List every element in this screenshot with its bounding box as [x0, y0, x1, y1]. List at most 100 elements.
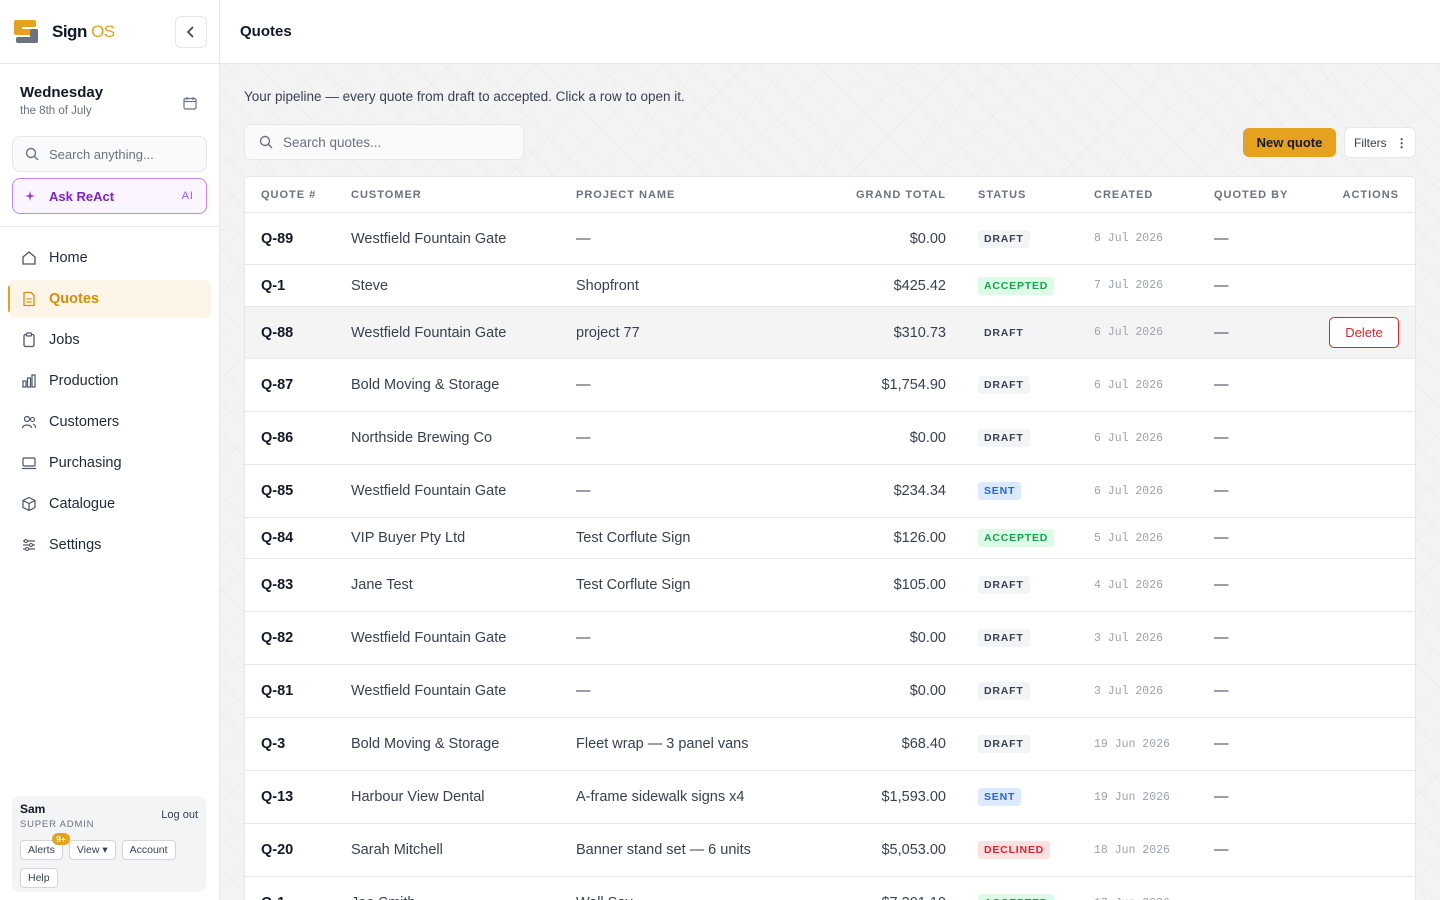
table-row[interactable]: Q-85 Westfield Fountain Gate — $234.34 SENT 6… — [245, 465, 1415, 518]
project-name-cell: — — [576, 483, 591, 499]
column-header-created[interactable]: CREATED — [1078, 189, 1196, 201]
project-name-cell: Fleet wrap — 3 panel vans — [576, 736, 749, 752]
created-date-cell: 19 Jun 2026 — [1094, 790, 1170, 804]
table-row[interactable]: Q-1Joe SmithWall Sav$7,301.10 ACCEPTED 17 … — [245, 877, 1415, 900]
quote-search-field[interactable] — [244, 124, 524, 160]
project-name-cell: project 77 — [576, 324, 640, 341]
customer-cell: Westfield Fountain Gate — [351, 230, 507, 247]
quoted-by-cell: — — [1214, 324, 1229, 341]
ask-react-button[interactable]: Ask ReAct AI — [12, 178, 207, 214]
quote-number-cell: Q-88 — [261, 324, 294, 341]
quoted-by-cell: — — [1214, 430, 1229, 446]
quoted-by-cell: — — [1214, 230, 1229, 247]
column-header-status[interactable]: STATUS — [946, 189, 1078, 201]
nav-item-home[interactable]: Home — [8, 239, 211, 277]
table-row[interactable]: Q-1 Steve Shopfront $425.42 ACCEPTED 7 Jul 20… — [245, 265, 1415, 307]
customer-cell: Westfield Fountain Gate — [351, 630, 507, 646]
grand-total-cell: $126.00 — [893, 530, 946, 546]
table-row[interactable]: Q-84 VIP Buyer Pty Ltd Test Corflute Sign $… — [245, 518, 1415, 559]
column-header-customer[interactable]: CUSTOMER — [335, 189, 560, 201]
alerts-button[interactable]: Alerts 9+ — [20, 833, 70, 860]
quote-number-cell: Q-85 — [261, 483, 294, 499]
column-header-quote-number[interactable]: QUOTE # — [245, 189, 335, 201]
status-badge: DRAFT — [978, 376, 1030, 394]
table-row[interactable]: Q-86 Northside Brewing Co — $0.00 DRAFT 6 Jul… — [245, 412, 1415, 465]
customer-cell: Bold Moving & Storage — [351, 377, 500, 393]
delete-quote-button[interactable]: Delete — [1329, 317, 1399, 348]
sparkle-icon — [25, 191, 35, 201]
customer-cell: Joe Smith — [335, 895, 560, 900]
table-row[interactable]: Q-83 Jane Test Test Corflute Sign $105.00 DR… — [245, 559, 1415, 612]
quote-number-cell: Q-13 — [261, 789, 294, 805]
nav-item-catalogue[interactable]: Catalogue — [8, 485, 211, 523]
created-date-cell: 6 Jul 2026 — [1094, 326, 1164, 339]
logout-button[interactable]: Log out — [161, 809, 198, 821]
quote-number-cell: Q-82 — [261, 630, 294, 646]
created-date-cell: 4 Jul 2026 — [1094, 578, 1164, 592]
customer-cell: Northside Brewing Co — [351, 430, 493, 446]
quote-search-input[interactable] — [283, 134, 503, 150]
status-badge: DRAFT — [978, 629, 1030, 647]
page-intro: Your pipeline — every quote from draft t… — [244, 89, 685, 104]
project-name-cell: Test Corflute Sign — [576, 577, 691, 593]
column-header-quoted-by[interactable]: QUOTED BY — [1196, 189, 1296, 201]
table-row[interactable]: Q-20 Sarah Mitchell Banner stand set — 6 u… — [245, 824, 1415, 877]
created-date-cell: 8 Jul 2026 — [1094, 232, 1164, 245]
grand-total-cell: $310.73 — [893, 324, 946, 341]
created-date-cell: 18 Jun 2026 — [1094, 843, 1170, 857]
nav-item-settings[interactable]: Settings — [8, 526, 211, 564]
grand-total-cell: $0.00 — [909, 430, 946, 446]
column-header-project-name[interactable]: PROJECT NAME — [560, 189, 805, 201]
customer-cell: Westfield Fountain Gate — [351, 483, 507, 499]
quoted-by-cell: — — [1214, 577, 1229, 593]
column-header-grand-total[interactable]: GRAND TOTAL — [805, 189, 946, 201]
nav-label: Catalogue — [49, 496, 116, 512]
collapse-sidebar-button[interactable] — [175, 16, 207, 48]
status-badge: ACCEPTED — [978, 894, 1055, 900]
nav-item-customers[interactable]: Customers — [8, 403, 211, 441]
brand-logo-icon[interactable] — [12, 17, 42, 47]
created-date-cell: 19 Jun 2026 — [1094, 737, 1170, 751]
quoted-by-cell: — — [1214, 483, 1229, 499]
table-row[interactable]: Q-81 Westfield Fountain Gate — $0.00 DRAFT 3 … — [245, 665, 1415, 718]
global-search-field[interactable] — [12, 136, 207, 172]
table-row[interactable]: Q-89 Westfield Fountain Gate — $0.00 DRAFT 8 … — [245, 213, 1415, 265]
grand-total-cell: $0.00 — [909, 683, 946, 699]
filters-button[interactable]: Filters ⋮ — [1344, 127, 1416, 158]
calendar-icon[interactable] — [183, 96, 197, 115]
quote-number-cell: Q-1 — [261, 277, 286, 294]
grand-total-cell: $5,053.00 — [881, 842, 946, 858]
date-subtitle: the 8th of July — [20, 105, 92, 117]
status-badge: DECLINED — [978, 841, 1051, 859]
customer-cell: Jane Test — [351, 577, 413, 593]
project-name-cell: — — [576, 230, 591, 247]
nav-item-quotes[interactable]: Quotes — [8, 280, 211, 318]
global-search-input[interactable] — [49, 146, 199, 162]
help-button[interactable]: Help — [20, 868, 58, 888]
nav-item-jobs[interactable]: Jobs — [8, 321, 211, 359]
nav-item-purchasing[interactable]: Purchasing — [8, 444, 211, 482]
table-row[interactable]: Q-87 Bold Moving & Storage — $1,754.90 DRAFT… — [245, 359, 1415, 412]
table-row[interactable]: Q-82 Westfield Fountain Gate — $0.00 DRAFT 3 … — [245, 612, 1415, 665]
quote-number-cell: Q-87 — [261, 377, 294, 393]
quoted-by-cell: — — [1214, 842, 1229, 858]
bar-chart-icon — [20, 372, 38, 390]
created-date-cell: 3 Jul 2026 — [1094, 684, 1164, 698]
table-row[interactable]: Q-3 Bold Moving & Storage Fleet wrap — 3 p… — [245, 718, 1415, 771]
view-dropdown[interactable]: View ▾ — [68, 840, 116, 860]
table-row[interactable]: Q-88 Westfield Fountain Gate project 77 $31… — [245, 307, 1415, 359]
account-button[interactable]: Account — [121, 840, 176, 860]
nav-item-production[interactable]: Production — [8, 362, 211, 400]
date-day: Wednesday — [20, 84, 104, 101]
grand-total-cell: $68.40 — [901, 736, 946, 752]
user-card: Sam SUPER ADMIN Log out Alerts 9+ View ▾… — [12, 796, 206, 892]
sliders-icon — [20, 536, 38, 554]
created-date-cell: 7 Jul 2026 — [1094, 279, 1164, 292]
status-cell: DRAFT — [946, 323, 1078, 342]
alerts-count-badge: 9+ — [52, 833, 70, 845]
table-row[interactable]: Q-13 Harbour View Dental A-frame sidewalk … — [245, 771, 1415, 824]
project-name-cell: Banner stand set — 6 units — [576, 842, 751, 858]
new-quote-button[interactable]: New quote — [1243, 128, 1336, 157]
clipboard-icon — [20, 331, 38, 349]
search-icon — [25, 147, 39, 161]
